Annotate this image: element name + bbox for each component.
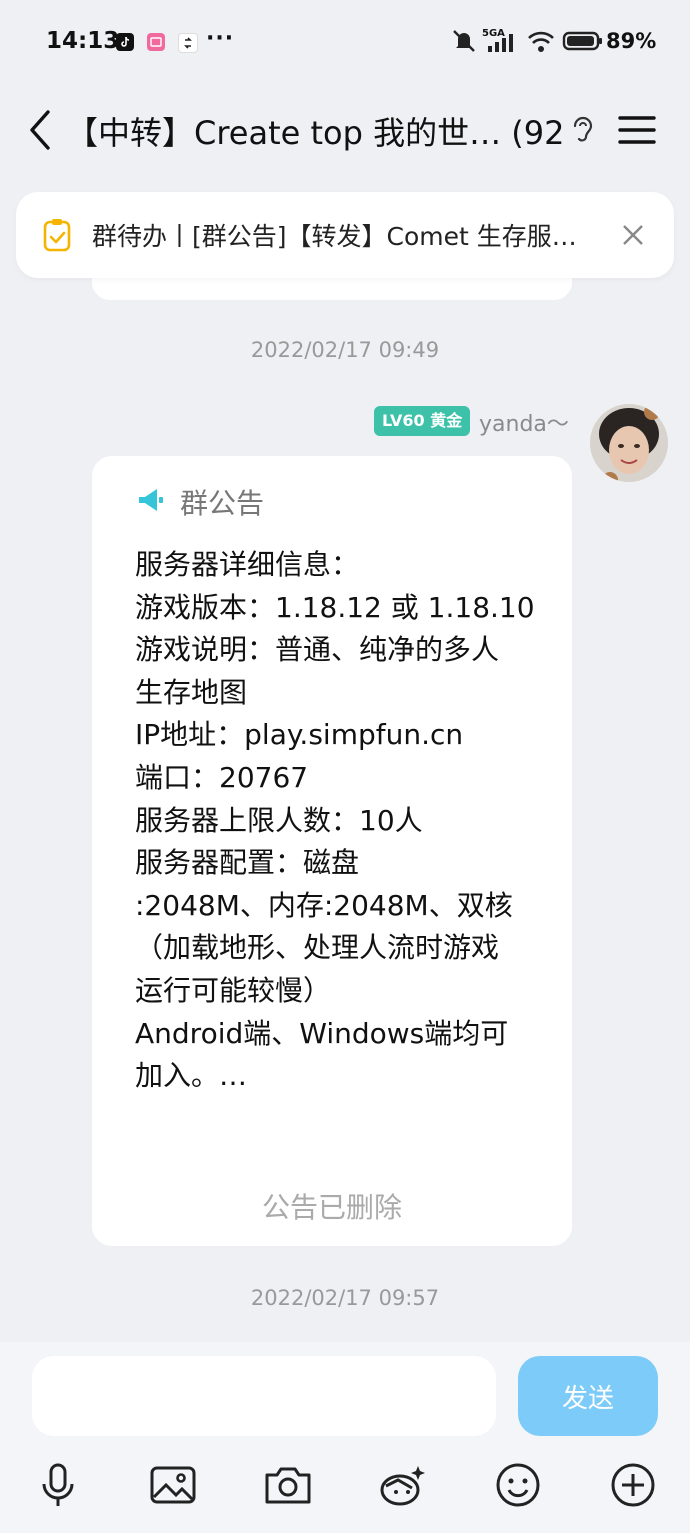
- announcement-line: 服务器详细信息：: [135, 548, 360, 581]
- todo-text: 群待办丨[群公告]【转发】Comet 生存服…: [92, 222, 577, 251]
- announcement-line: 服务器配置：磁盘: [135, 846, 360, 880]
- announcement-heading: 群公告: [180, 487, 265, 520]
- sync-app-icon: [178, 33, 198, 53]
- announcement-line: 生存地图: [135, 675, 248, 709]
- announcement-line: 端口：20767: [135, 760, 309, 794]
- status-more: ···: [206, 26, 235, 51]
- battery-percent: 89%: [606, 29, 657, 53]
- message-timestamp: 2022/02/17 09:57: [250, 1286, 440, 1310]
- tiktok-icon: [116, 33, 134, 51]
- status-time: 14:13: [46, 28, 120, 54]
- announcement-line: :2048M、内存:2048M、双核: [135, 888, 513, 922]
- avatar[interactable]: [590, 404, 668, 482]
- camera-icon[interactable]: [263, 1460, 313, 1510]
- todo-icon: [42, 218, 72, 252]
- announcement-line: （加载地形、处理人流时游戏: [135, 931, 500, 965]
- message-timestamp: 2022/02/17 09:49: [250, 338, 440, 362]
- mail-app-icon: [147, 33, 165, 51]
- announcement-card[interactable]: 群公告 服务器详细信息： 游戏版本：1.18.12 或 1.18.10 游戏说明…: [92, 456, 572, 1246]
- ear-icon[interactable]: [568, 112, 598, 146]
- message-input[interactable]: [32, 1356, 496, 1436]
- menu-icon[interactable]: [614, 112, 658, 148]
- mute-icon: [450, 28, 478, 54]
- announcement-line: 游戏说明：普通、纯净的多人: [135, 633, 500, 667]
- close-icon[interactable]: [618, 220, 648, 250]
- announcement-line: 运行可能较慢）: [135, 973, 332, 1007]
- send-button[interactable]: 发送: [518, 1356, 658, 1436]
- announcement-line: IP地址：play.simpfun.cn: [135, 718, 464, 752]
- wifi-icon: [526, 28, 556, 54]
- battery-icon: [562, 28, 604, 54]
- level-badge: LV60 黄金: [374, 406, 471, 436]
- image-icon[interactable]: [148, 1460, 198, 1510]
- mic-icon[interactable]: [33, 1460, 83, 1510]
- chat-title[interactable]: 【中转】Create top 我的世… (92): [66, 108, 566, 154]
- signal-icon: 5GA: [482, 28, 522, 54]
- announcement-deleted-label: 公告已删除: [261, 1191, 402, 1224]
- announcement-line: 游戏版本：1.18.12 或 1.18.10: [135, 590, 535, 624]
- announcement-line: 加入。…: [135, 1059, 248, 1093]
- input-bar: 发送: [0, 1342, 690, 1533]
- announcement-line: 服务器上限人数：10人: [135, 803, 423, 837]
- megaphone-icon: [136, 486, 166, 514]
- announcement-line: Android端、Windows端均可: [135, 1016, 509, 1050]
- announcement-body: 服务器详细信息： 游戏版本：1.18.12 或 1.18.10 游戏说明：普通、…: [135, 544, 555, 1098]
- sender-name[interactable]: yanda～: [479, 406, 569, 438]
- back-icon[interactable]: [24, 108, 64, 152]
- emoji-icon[interactable]: [493, 1460, 543, 1510]
- plus-icon[interactable]: [608, 1460, 658, 1510]
- group-todo-banner[interactable]: 群待办丨[群公告]【转发】Comet 生存服…: [16, 192, 674, 278]
- sticker-icon[interactable]: [378, 1460, 428, 1510]
